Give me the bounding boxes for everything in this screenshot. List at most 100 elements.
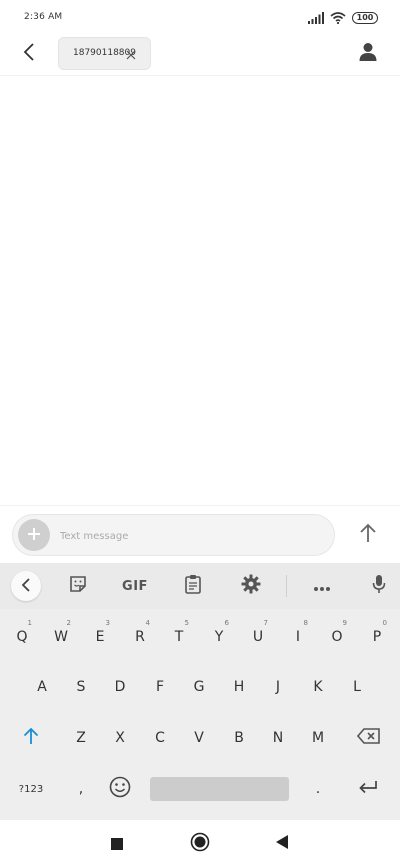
key-label: P — [372, 629, 382, 645]
more-options-button[interactable] — [307, 571, 337, 601]
back-button[interactable] — [16, 39, 42, 69]
backspace-icon — [356, 728, 381, 748]
square-icon — [111, 835, 123, 854]
period-key[interactable]: . — [300, 767, 336, 811]
sticker-button[interactable] — [63, 571, 93, 601]
gif-label: GIF — [122, 578, 148, 594]
key-label: U — [252, 629, 264, 645]
key-t[interactable]: 5T — [161, 615, 197, 659]
key-label: X — [115, 730, 125, 746]
key-label: C — [155, 730, 165, 746]
key-w[interactable]: 2W — [43, 615, 79, 659]
remove-recipient-button[interactable] — [124, 47, 138, 61]
key-n[interactable]: N — [260, 716, 296, 760]
home-button[interactable] — [188, 832, 212, 856]
key-label: S — [76, 679, 86, 695]
gif-button[interactable]: GIF — [117, 571, 153, 601]
key-l[interactable]: L — [339, 665, 375, 709]
key-m[interactable]: M — [300, 716, 336, 760]
emoji-key[interactable] — [102, 767, 138, 811]
microphone-icon — [372, 574, 386, 598]
key-s[interactable]: S — [63, 665, 99, 709]
key-label: R — [135, 629, 145, 645]
shift-key[interactable] — [8, 716, 54, 760]
key-label: A — [37, 679, 47, 695]
key-a[interactable]: A — [24, 665, 60, 709]
circle-icon — [190, 832, 210, 856]
emoji-icon — [109, 776, 131, 802]
key-label: ?123 — [18, 783, 44, 795]
toolbar-divider — [286, 575, 287, 597]
clipboard-icon — [185, 574, 201, 598]
key-label: I — [295, 629, 301, 645]
key-r[interactable]: 4R — [122, 615, 158, 659]
attach-button[interactable] — [18, 519, 50, 551]
chevron-left-icon — [22, 42, 36, 66]
message-list — [0, 77, 400, 505]
key-p[interactable]: 0P — [359, 615, 395, 659]
key-label: E — [95, 629, 105, 645]
key-label: Z — [76, 730, 86, 746]
keyboard-toolbar: GIF — [0, 563, 400, 609]
key-label: K — [313, 679, 323, 695]
voice-input-button[interactable] — [364, 571, 394, 601]
status-bar: 2:36 AM 100 — [0, 0, 400, 36]
arrow-up-icon — [359, 523, 377, 547]
key-i[interactable]: 8I — [280, 615, 316, 659]
contact-button[interactable] — [356, 40, 380, 68]
send-button[interactable] — [356, 521, 380, 549]
key-f[interactable]: F — [142, 665, 178, 709]
recents-button[interactable] — [105, 832, 129, 856]
key-label: W — [54, 629, 68, 645]
key-label: O — [331, 629, 343, 645]
key-z[interactable]: Z — [63, 716, 99, 760]
key-g[interactable]: G — [181, 665, 217, 709]
spacebar[interactable] — [150, 777, 289, 801]
conversation-header: 18790118809 — [0, 36, 400, 76]
triangle-left-icon — [275, 834, 289, 854]
comma-key[interactable]: , — [63, 767, 99, 811]
enter-key[interactable] — [348, 767, 388, 811]
key-q[interactable]: 1Q — [4, 615, 40, 659]
wifi-icon — [330, 9, 346, 28]
compose-field — [12, 514, 335, 556]
key-b[interactable]: B — [221, 716, 257, 760]
key-c[interactable]: C — [142, 716, 178, 760]
system-navigation-bar — [0, 819, 400, 866]
key-label: F — [155, 679, 165, 695]
symbols-key[interactable]: ?123 — [13, 767, 49, 811]
key-x[interactable]: X — [102, 716, 138, 760]
key-h[interactable]: H — [221, 665, 257, 709]
key-k[interactable]: K — [300, 665, 336, 709]
keyboard-collapse-button[interactable] — [11, 571, 41, 601]
key-label: Q — [16, 629, 28, 645]
key-y[interactable]: 6Y — [201, 615, 237, 659]
settings-button[interactable] — [236, 571, 266, 601]
key-label: V — [194, 730, 204, 746]
key-label: Y — [214, 629, 224, 645]
system-back-button[interactable] — [270, 832, 294, 856]
status-time: 2:36 AM — [24, 12, 63, 22]
status-icons: 100 — [308, 10, 378, 26]
signal-icon — [308, 9, 324, 28]
message-input[interactable] — [60, 527, 320, 545]
battery-indicator: 100 — [352, 12, 378, 24]
key-v[interactable]: V — [181, 716, 217, 760]
gear-icon — [241, 574, 261, 598]
enter-icon — [358, 780, 378, 798]
key-e[interactable]: 3E — [82, 615, 118, 659]
sticker-icon — [69, 575, 87, 597]
recipient-chip[interactable]: 18790118809 — [58, 37, 151, 70]
key-label: N — [272, 730, 284, 746]
key-label: T — [174, 629, 184, 645]
key-j[interactable]: J — [260, 665, 296, 709]
key-u[interactable]: 7U — [240, 615, 276, 659]
compose-bar — [0, 505, 400, 563]
key-d[interactable]: D — [102, 665, 138, 709]
backspace-key[interactable] — [346, 716, 392, 760]
key-o[interactable]: 9O — [319, 615, 355, 659]
clipboard-button[interactable] — [178, 571, 208, 601]
keyboard: G I F 1 Q 2 W 3 E 4 R 5 T 6 Y 7 U 8 I 9 O … — [0, 563, 400, 819]
key-label: . — [315, 781, 321, 797]
key-label: M — [311, 730, 325, 746]
